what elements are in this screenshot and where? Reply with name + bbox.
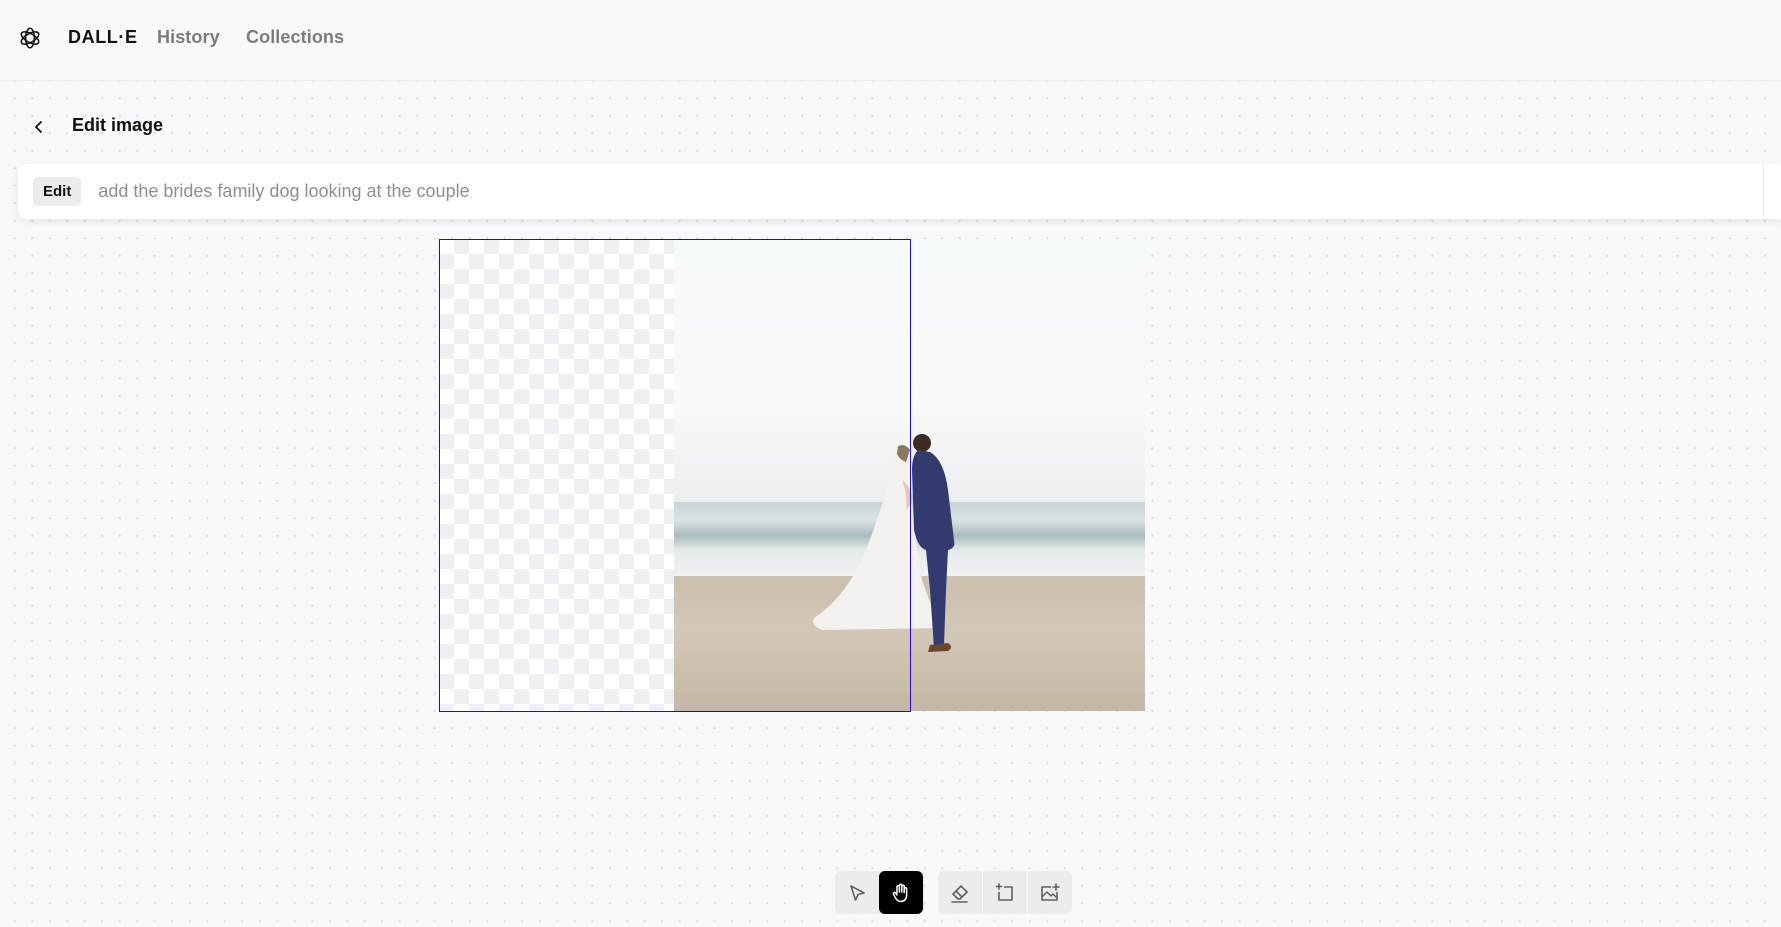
- add-image-icon: [1041, 882, 1060, 901]
- groom-figure: [912, 434, 955, 652]
- hand-icon: [892, 883, 908, 902]
- add-frame-icon: [995, 882, 1013, 901]
- navigation-tools-group: [835, 871, 924, 914]
- edit-prompt-input[interactable]: [98, 181, 1599, 202]
- eraser-tool-button[interactable]: [938, 871, 982, 914]
- eraser-icon: [951, 884, 968, 903]
- pointer-arrow-icon: [850, 884, 865, 901]
- add-generation-frame-button[interactable]: [983, 871, 1027, 914]
- nav-collections[interactable]: Collections: [246, 27, 344, 48]
- transparent-canvas-region[interactable]: [439, 239, 674, 711]
- pan-tool-button[interactable]: [879, 871, 923, 914]
- edit-prompt-bar: Edit: [18, 164, 1781, 219]
- nav-history[interactable]: History: [157, 27, 220, 48]
- select-tool-button[interactable]: [835, 871, 879, 914]
- page-title: Edit image: [72, 115, 164, 135]
- openai-logo-icon[interactable]: [17, 25, 43, 51]
- upload-image-button[interactable]: [1028, 871, 1072, 914]
- chevron-left-icon[interactable]: [28, 116, 50, 138]
- back-button[interactable]: [28, 112, 50, 142]
- edit-bar-divider: [1763, 164, 1764, 219]
- top-nav-bar: DALL·E History Collections: [0, 0, 1781, 81]
- editing-tools-group: [938, 871, 1072, 914]
- edit-mode-tag: Edit: [33, 177, 82, 206]
- uploaded-image[interactable]: [674, 240, 1145, 711]
- nav-dalle-home[interactable]: DALL·E: [68, 27, 138, 48]
